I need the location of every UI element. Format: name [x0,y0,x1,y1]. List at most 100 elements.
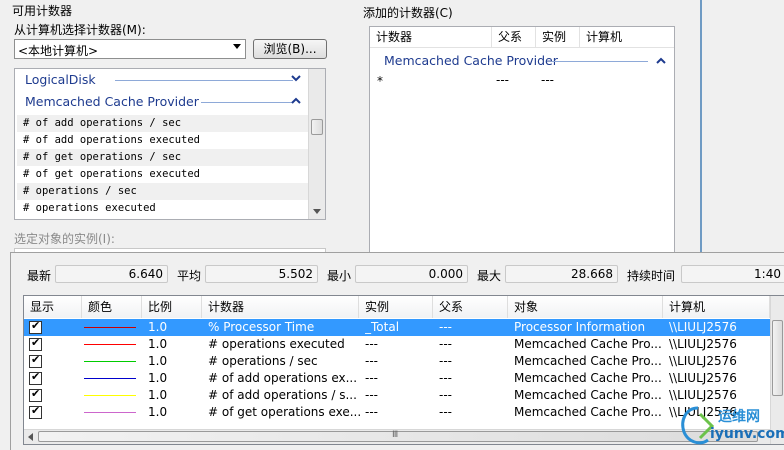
average-value: 5.502 [205,265,318,283]
list-item[interactable]: # operations executed [17,200,320,217]
computer-combobox[interactable]: <本地计算机> [14,39,246,59]
cell-instance: --- [365,371,378,385]
available-counters-list[interactable]: LogicalDisk Memcached Cache Provider # o… [14,68,326,220]
latest-value: 6.640 [55,265,168,283]
show-checkbox[interactable] [29,336,42,351]
scrollbar-thumb[interactable] [311,119,323,135]
cell-computer: \\LIULJ2576 [669,354,737,368]
cell-instance: --- [365,405,378,419]
list-item[interactable]: # of get operations executed [17,166,320,183]
scroll-left-icon[interactable] [28,433,34,441]
scrollbar-thumb[interactable] [772,320,783,396]
list-item[interactable]: # operations / sec [17,183,320,200]
color-swatch[interactable] [84,412,136,413]
collapse-chevron-icon[interactable] [291,97,301,105]
grip-icon: Ⅲ [392,430,399,440]
column-header-computer[interactable]: 计算机 [663,296,770,318]
column-header-show[interactable]: 显示 [24,296,82,318]
cell-scale: 1.0 [148,354,168,368]
counter-legend-grid[interactable]: 显示 颜色 比例 计数器 实例 父系 对象 计算机 1.0 % Processor… [23,295,784,445]
column-header-computer[interactable]: 计算机 [580,27,674,47]
show-checkbox[interactable] [29,370,42,385]
expand-chevron-icon[interactable] [291,75,301,83]
cell-scale: 1.0 [148,405,168,419]
color-swatch[interactable] [84,361,136,362]
show-checkbox[interactable] [29,387,42,402]
added-group-memcached[interactable]: Memcached Cache Provider [384,51,558,71]
browse-button[interactable]: 浏览(B)... [253,39,327,59]
column-header-instance[interactable]: 实例 [359,296,433,318]
table-row[interactable]: 1.0# of get operations exe...------Memca… [24,404,770,421]
minimum-value: 0.000 [355,265,468,283]
minimum-label: 最小 [327,269,352,283]
color-swatch[interactable] [84,395,136,396]
color-swatch[interactable] [84,378,136,379]
cell-computer: \\LIULJ2576 [669,388,737,402]
watermark: 运维网 iyunv.com [676,404,784,450]
grid-horizontal-scrollbar[interactable]: Ⅲ [24,429,770,444]
added-counter-instance: --- [541,73,554,87]
group-memcached[interactable]: Memcached Cache Provider [25,92,199,112]
performance-monitor-pane: 最新 6.640 平均 5.502 最小 0.000 最大 28.668 持续时… [10,252,784,450]
group-logicaldisk[interactable]: LogicalDisk [25,70,96,90]
cell-counter: # operations / sec [208,354,318,368]
chevron-down-icon [233,44,241,49]
cell-parent: --- [439,371,452,385]
cell-object: Memcached Cache Pro... [514,354,662,368]
column-header-parent[interactable]: 父系 [492,27,536,47]
cell-object: Memcached Cache Pro... [514,337,662,351]
cell-counter: # of get operations exe... [208,405,362,419]
column-header-counter[interactable]: 计数器 [202,296,359,318]
show-checkbox[interactable] [29,319,42,334]
column-header-object[interactable]: 对象 [508,296,663,318]
cell-computer: \\LIULJ2576 [669,320,737,334]
duration-value: 1:40 [681,265,784,283]
cell-scale: 1.0 [148,337,168,351]
cell-scale: 1.0 [148,371,168,385]
computer-value: <本地计算机> [18,44,99,58]
cell-counter: # operations executed [208,337,345,351]
group-divider [115,80,293,81]
color-swatch[interactable] [84,327,136,328]
group-divider [552,61,648,62]
cell-parent: --- [439,354,452,368]
duration-label: 持续时间 [627,269,676,283]
table-row[interactable]: 1.0 # of add operations / s... --- --- Memca… [24,387,770,404]
scroll-down-icon[interactable] [313,209,321,215]
maximum-value: 28.668 [505,265,618,283]
cell-computer: \\LIULJ2576 [669,337,737,351]
cell-instance: --- [365,337,378,351]
group-divider [201,102,293,103]
cell-computer: \\LIULJ2576 [669,371,737,385]
column-header-instance[interactable]: 实例 [536,27,580,47]
show-checkbox[interactable] [29,404,42,419]
list-scrollbar[interactable] [308,69,325,219]
instances-label: 选定对象的实例(I): [14,232,115,246]
watermark-url: iyunv.com [710,426,784,442]
average-label: 平均 [177,269,202,283]
watermark-brand: 运维网 [718,409,760,425]
cell-instance: --- [365,388,378,402]
column-header-scale[interactable]: 比例 [142,296,202,318]
color-swatch[interactable] [84,344,136,345]
added-counters-list[interactable]: 计数器 父系 实例 计算机 Memcached Cache Provider *… [369,26,675,252]
column-header-counter[interactable]: 计数器 [370,27,492,47]
column-header-parent[interactable]: 父系 [433,296,508,318]
cell-object: Memcached Cache Pro... [514,371,662,385]
show-checkbox[interactable] [29,353,42,368]
column-header-color[interactable]: 颜色 [82,296,142,318]
table-row[interactable]: 1.0 % Processor Time _Total --- Processor In… [24,319,770,336]
latest-label: 最新 [27,269,52,283]
list-item[interactable]: # of add operations executed [17,132,320,149]
collapse-chevron-icon[interactable] [656,57,666,65]
cell-object: Processor Information [514,320,646,334]
added-counter-name[interactable]: * [377,74,383,88]
list-item[interactable]: # of get operations / sec [17,149,320,166]
window-edge [700,0,702,252]
table-row[interactable]: 1.0 # operations / sec --- --- Memcached Cac… [24,353,770,370]
table-row[interactable]: 1.0 # operations executed --- --- Memcached … [24,336,770,353]
list-item[interactable]: # of add operations / sec [17,115,320,132]
table-row[interactable]: 1.0 # of add operations ex... --- --- Memcac… [24,370,770,387]
cell-scale: 1.0 [148,320,168,334]
available-counters-title: 可用计数器 [12,4,73,18]
